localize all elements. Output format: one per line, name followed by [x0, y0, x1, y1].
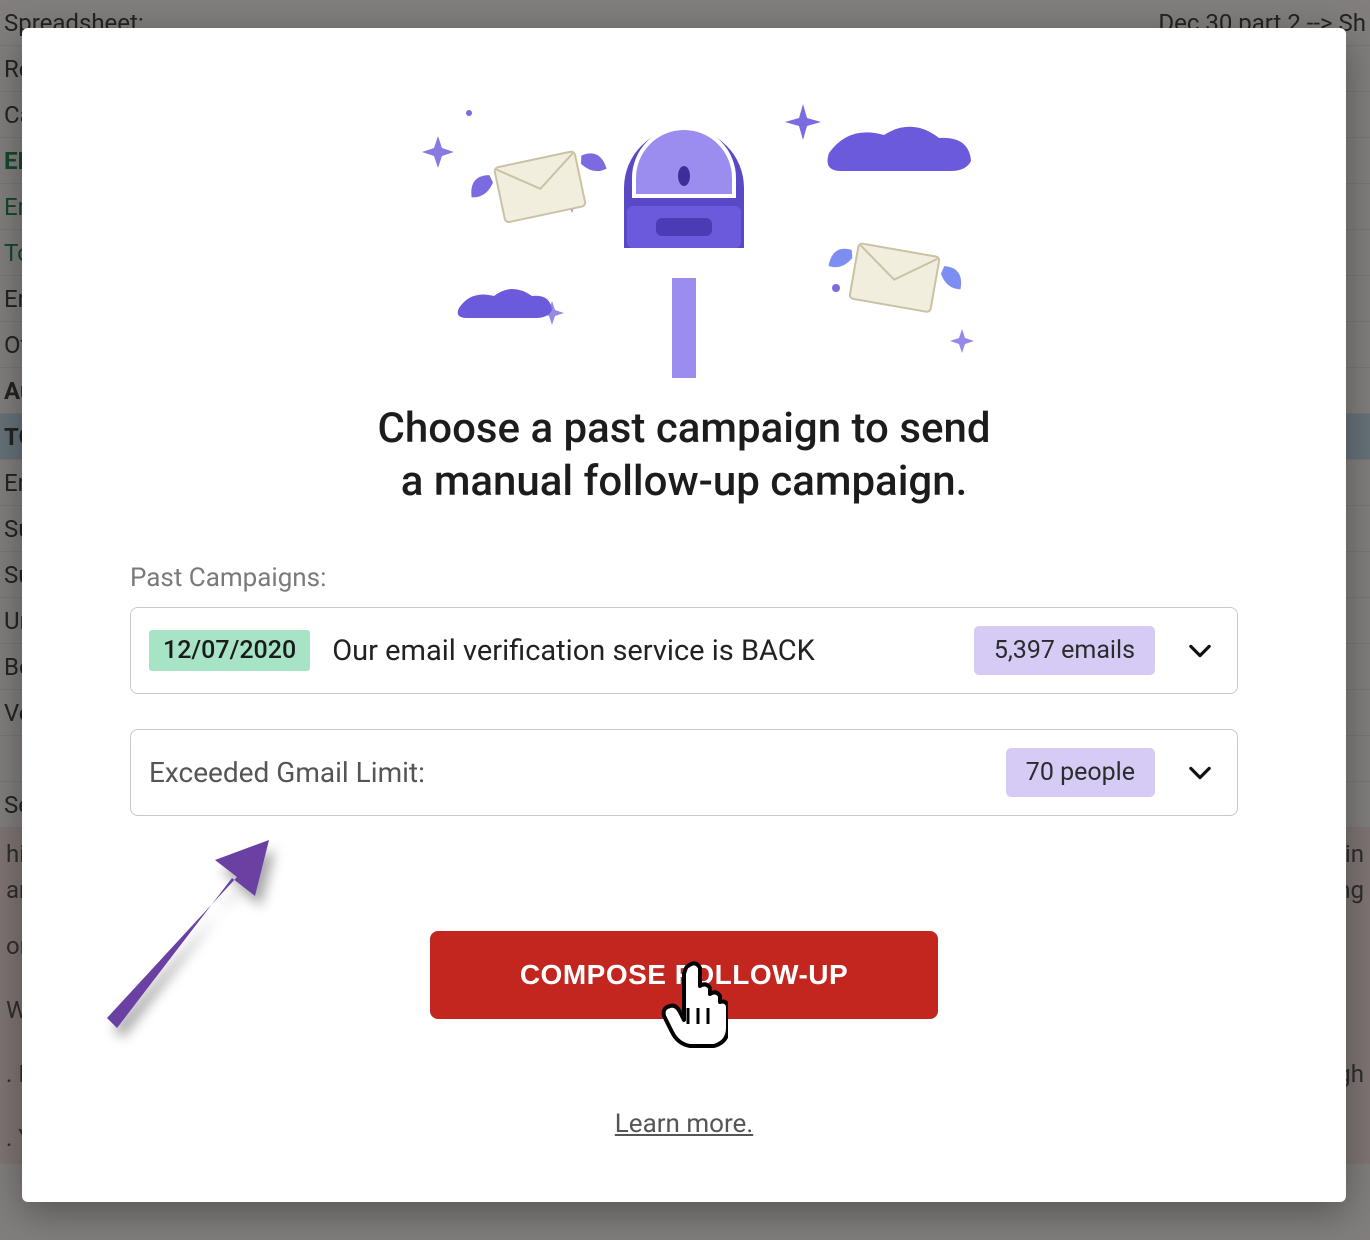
campaign-count-pill: 5,397 emails [974, 626, 1155, 675]
campaign-subject: Our email verification service is BACK [332, 634, 952, 668]
chevron-down-icon [1189, 640, 1211, 662]
past-campaigns-label: Past Campaigns: [130, 563, 1238, 593]
followup-modal: Choose a past campaign to send a manual … [22, 28, 1346, 1202]
segment-select[interactable]: Exceeded Gmail Limit: 70 people [130, 729, 1238, 816]
compose-followup-button[interactable]: COMPOSE FOLLOW-UP [430, 931, 938, 1019]
segment-count-pill: 70 people [1006, 748, 1155, 797]
title-line1: Choose a past campaign to send [378, 404, 991, 453]
title-line2: a manual follow-up campaign. [401, 457, 968, 506]
modal-title: Choose a past campaign to send a manual … [378, 403, 991, 508]
annotation-arrow-icon [87, 808, 327, 1048]
mailbox-illustration [364, 78, 1004, 378]
segment-label: Exceeded Gmail Limit: [149, 756, 984, 789]
learn-more-link[interactable]: Learn more. [615, 1109, 753, 1139]
campaign-select[interactable]: 12/07/2020 Our email verification servic… [130, 607, 1238, 694]
campaign-date-badge: 12/07/2020 [149, 630, 310, 671]
chevron-down-icon [1189, 762, 1211, 784]
